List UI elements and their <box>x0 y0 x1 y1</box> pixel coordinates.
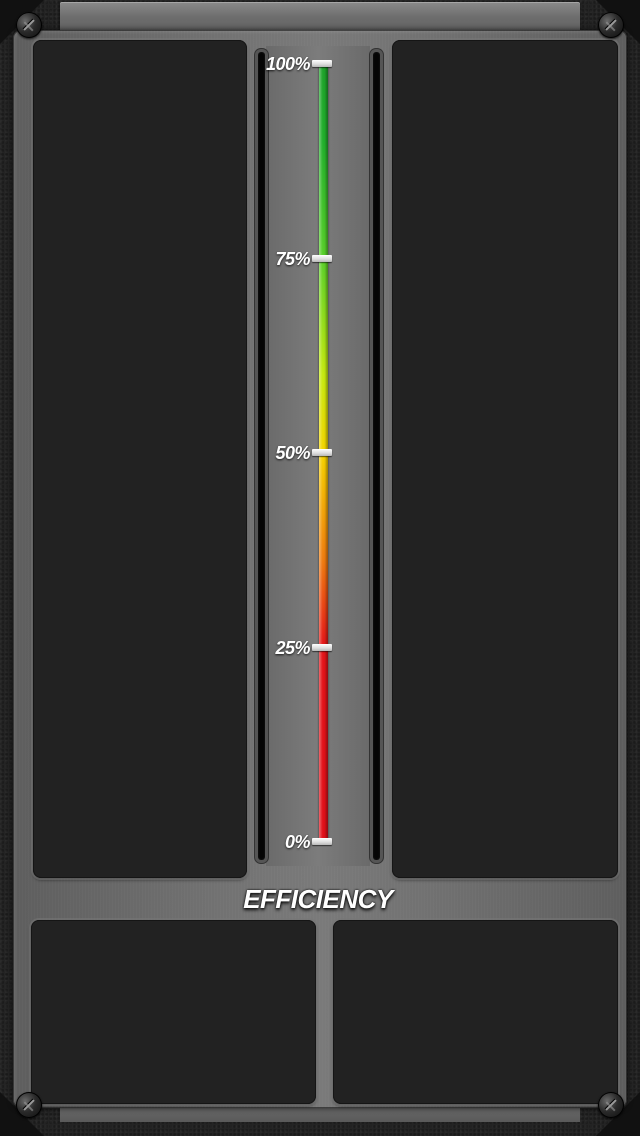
right-display-panel <box>392 40 618 878</box>
gauge-label-75: 75% <box>275 248 310 269</box>
gauge-label-0: 0% <box>284 832 311 852</box>
bottom-left-display-panel <box>31 920 316 1104</box>
bottom-right-display-panel <box>333 920 618 1104</box>
gauge-tick-0 <box>312 838 332 845</box>
gauge-label-50: 50% <box>275 443 310 463</box>
gauge-label-100: 100% <box>265 54 311 74</box>
right-gauge-slot <box>373 52 380 860</box>
gauge-tick-25 <box>312 643 332 651</box>
gauge-tick-75 <box>312 254 332 262</box>
left-display-panel <box>33 40 247 878</box>
screw-icon <box>16 1092 42 1118</box>
left-gauge-slot <box>258 52 265 860</box>
screw-icon <box>16 12 42 38</box>
gauge-title: EFFICIENCY <box>243 884 393 914</box>
gauge-label-25: 25% <box>275 637 310 658</box>
efficiency-device: 100% 75% 50% 25% 0% EFFICIENCY <box>0 0 640 1136</box>
gauge-tick-100 <box>312 60 332 67</box>
screw-icon <box>598 1092 624 1118</box>
screw-icon <box>598 12 624 38</box>
gauge-tick-50 <box>312 449 332 456</box>
